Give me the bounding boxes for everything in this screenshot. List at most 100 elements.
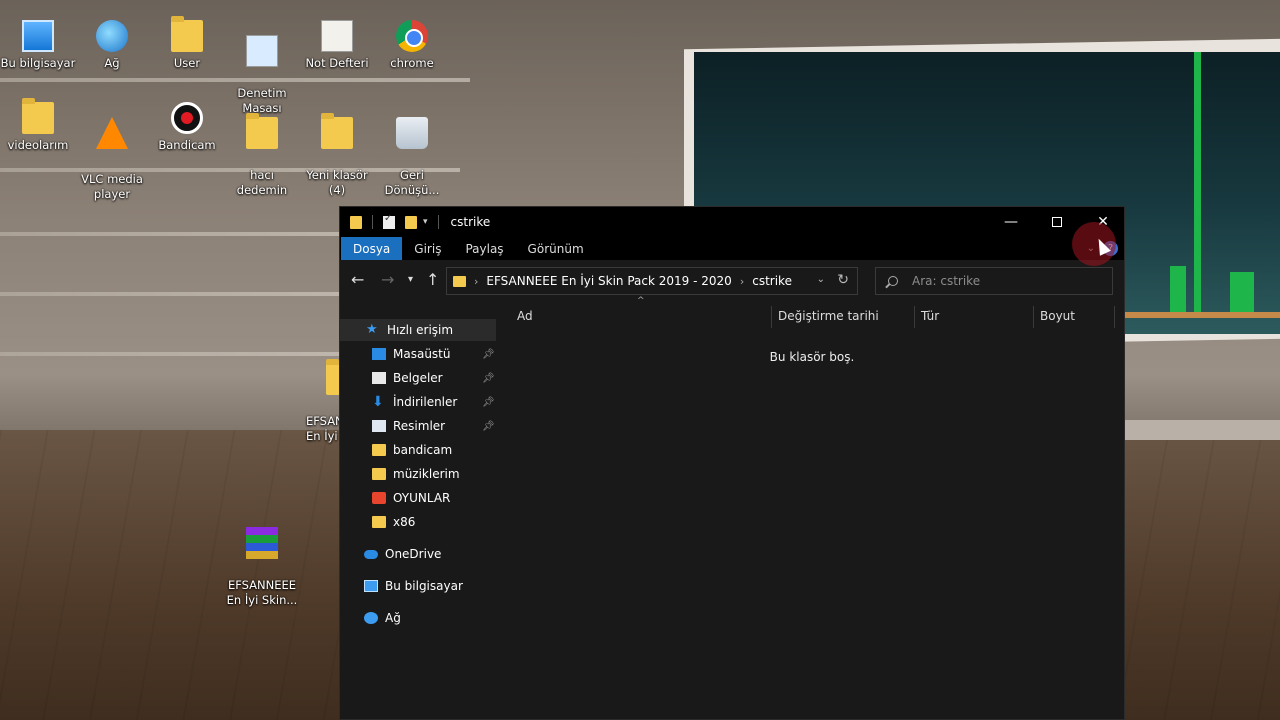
games-folder-icon bbox=[372, 492, 386, 504]
pin-icon[interactable]: 📌︎ bbox=[482, 421, 495, 432]
chrome-icon bbox=[396, 20, 428, 52]
folder-icon bbox=[372, 444, 386, 456]
desktop-icon-videolarim[interactable]: videolarım bbox=[0, 98, 76, 153]
tab-paylas[interactable]: Paylaş bbox=[453, 237, 515, 260]
breadcrumb-cstrike[interactable]: cstrike bbox=[752, 274, 792, 288]
breadcrumb-chevron-icon[interactable]: › bbox=[474, 275, 478, 288]
maximize-button[interactable] bbox=[1034, 207, 1080, 237]
file-list[interactable]: ^ Ad Değiştirme tarihi Tür Boyut Bu klas… bbox=[497, 296, 1125, 720]
nav-item-label: müziklerim bbox=[393, 467, 460, 481]
up-arrow-icon[interactable]: ↑ bbox=[426, 270, 439, 289]
window-title: cstrike bbox=[450, 215, 491, 229]
nav-item-bandicam[interactable]: bandicam bbox=[340, 439, 496, 461]
search-box[interactable] bbox=[875, 267, 1113, 295]
nav-item-resimler[interactable]: Resimler 📌︎ bbox=[340, 415, 496, 437]
nav-item-this-pc[interactable]: Bu bilgisayar bbox=[340, 575, 496, 597]
tab-gorunum[interactable]: Görünüm bbox=[516, 237, 596, 260]
nav-item-label: İndirilenler bbox=[393, 395, 458, 409]
desktop-icon-this-pc[interactable]: Bu bilgisayar bbox=[0, 20, 76, 71]
notepad-icon bbox=[321, 20, 353, 52]
desktop-icon-recycle-bin[interactable]: Geri Dönüşü... bbox=[374, 102, 450, 213]
wallpaper-green-pipe bbox=[1170, 266, 1186, 316]
desktop-icon-label: EFSAN En İyi bbox=[306, 414, 340, 443]
desktop-icon-user[interactable]: User bbox=[149, 16, 225, 71]
desktop-icon-efsanneee-archive[interactable]: EFSANNEEE En İyi Skin... bbox=[224, 512, 300, 623]
nav-item-oyunlar[interactable]: OYUNLAR bbox=[340, 487, 496, 509]
forward-arrow-icon[interactable]: → bbox=[381, 270, 394, 289]
nav-item-onedrive[interactable]: OneDrive bbox=[340, 543, 496, 565]
pin-icon[interactable]: 📌︎ bbox=[482, 373, 495, 384]
recent-locations-chevron-icon[interactable]: ▾ bbox=[408, 274, 413, 285]
address-bar[interactable]: › EFSANNEEE En İyi Skin Pack 2019 - 2020… bbox=[446, 267, 858, 295]
nav-item-belgeler[interactable]: Belgeler 📌︎ bbox=[340, 367, 496, 389]
desktop-icon-efsan-folder-partial[interactable]: EFSAN En İyi bbox=[294, 348, 340, 459]
download-icon: ⬇ bbox=[372, 394, 384, 410]
desktop-icon-haci-dedemin[interactable]: hacı dedemin bbox=[224, 102, 300, 213]
column-header-type[interactable]: Tür bbox=[915, 302, 1033, 330]
back-arrow-icon[interactable]: ← bbox=[351, 270, 364, 289]
new-folder-icon[interactable] bbox=[405, 215, 417, 229]
properties-icon[interactable] bbox=[383, 213, 395, 229]
column-divider[interactable] bbox=[1114, 306, 1115, 328]
music-folder-icon bbox=[372, 468, 386, 480]
search-input[interactable] bbox=[912, 274, 1102, 288]
nav-item-label: Hızlı erişim bbox=[387, 323, 454, 337]
desktop-icon-label: videolarım bbox=[7, 138, 69, 152]
nav-item-label: Belgeler bbox=[393, 371, 443, 385]
nav-item-label: Bu bilgisayar bbox=[385, 579, 463, 593]
breadcrumb-efsanneee[interactable]: EFSANNEEE En İyi Skin Pack 2019 - 2020 bbox=[486, 274, 731, 288]
wallpaper-green-pipe bbox=[1230, 272, 1254, 316]
pin-icon[interactable]: 📌︎ bbox=[482, 349, 495, 360]
vlc-icon bbox=[96, 117, 128, 149]
nav-item-indirilenler[interactable]: ⬇ İndirilenler 📌︎ bbox=[340, 391, 496, 413]
nav-item-label: Resimler bbox=[393, 419, 446, 433]
tab-dosya[interactable]: Dosya bbox=[341, 237, 403, 260]
this-pc-icon bbox=[22, 20, 54, 52]
folder-icon bbox=[326, 359, 340, 395]
folder-icon bbox=[246, 113, 278, 149]
minimize-icon: — bbox=[1004, 214, 1018, 230]
nav-item-quick-access[interactable]: ★ Hızlı erişim bbox=[340, 319, 496, 341]
pictures-icon bbox=[372, 420, 386, 432]
toolbar-divider bbox=[437, 215, 439, 229]
tab-giris[interactable]: Giriş bbox=[402, 237, 453, 260]
bandicam-icon bbox=[171, 102, 203, 134]
minimize-button[interactable]: — bbox=[988, 207, 1034, 237]
nav-item-label: Masaüstü bbox=[393, 347, 451, 361]
title-bar[interactable]: ▾ cstrike — ✕ bbox=[340, 207, 1124, 237]
recycle-bin-icon bbox=[396, 117, 428, 149]
desktop-icon-bandicam[interactable]: Bandicam bbox=[149, 102, 225, 153]
nav-item-masaustu[interactable]: Masaüstü 📌︎ bbox=[340, 343, 496, 365]
nav-item-label: OYUNLAR bbox=[393, 491, 451, 505]
nav-item-network[interactable]: Ağ bbox=[340, 607, 496, 629]
pin-icon[interactable]: 📌︎ bbox=[482, 397, 495, 408]
refresh-icon[interactable]: ↻ bbox=[837, 272, 849, 288]
folder-icon bbox=[321, 113, 353, 149]
column-header-size[interactable]: Boyut bbox=[1034, 302, 1114, 330]
breadcrumb-chevron-icon[interactable]: › bbox=[740, 275, 744, 288]
column-header-name[interactable]: Ad bbox=[511, 302, 771, 330]
folder-icon bbox=[453, 275, 466, 287]
control-panel-icon bbox=[246, 35, 278, 67]
this-pc-icon bbox=[364, 580, 378, 592]
nav-item-muziklerim[interactable]: müziklerim bbox=[340, 463, 496, 485]
folder-icon bbox=[22, 98, 54, 134]
desktop-icon-label: chrome bbox=[390, 56, 434, 70]
desktop-icon-label: Yeni klasör (4) bbox=[306, 168, 368, 197]
desktop-icon-yeni-klasor[interactable]: Yeni klasör (4) bbox=[299, 102, 375, 213]
desktop-icon-notepad[interactable]: Not Defteri bbox=[299, 20, 375, 71]
nav-item-x86[interactable]: x86 bbox=[340, 511, 496, 533]
address-dropdown-icon[interactable]: ⌄ bbox=[817, 274, 825, 285]
column-header-date-modified[interactable]: Değiştirme tarihi bbox=[772, 302, 914, 330]
desktop-icon-label: Geri Dönüşü... bbox=[384, 168, 440, 197]
folder-icon bbox=[350, 215, 362, 229]
desktop-icon-label: Ağ bbox=[104, 56, 120, 70]
network-icon bbox=[364, 612, 378, 624]
navigation-bar: ← → ▾ ↑ › EFSANNEEE En İyi Skin Pack 201… bbox=[340, 260, 1124, 302]
network-icon bbox=[96, 20, 128, 52]
desktop-icon-chrome[interactable]: chrome bbox=[374, 20, 450, 71]
desktop-icon-network[interactable]: Ağ bbox=[74, 20, 150, 71]
nav-item-label: x86 bbox=[393, 515, 416, 529]
quick-access-dropdown-icon[interactable]: ▾ bbox=[423, 217, 428, 227]
desktop-icon-vlc[interactable]: VLC media player bbox=[74, 102, 150, 217]
